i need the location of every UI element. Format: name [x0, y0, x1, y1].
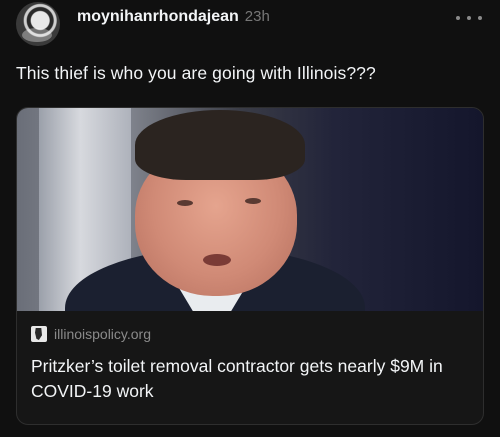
eye — [245, 198, 261, 204]
username[interactable]: moynihanrhondajean — [77, 8, 239, 26]
article-headline[interactable]: Pritzker’s toilet removal contractor get… — [31, 354, 461, 404]
link-source: illinoispolicy.org — [31, 325, 469, 343]
post-header: moynihanrhondajean 23h — [77, 8, 270, 26]
source-domain: illinoispolicy.org — [54, 326, 152, 342]
eye — [177, 200, 193, 206]
post: moynihanrhondajean 23h This thief is who… — [0, 0, 500, 437]
card-body: illinoispolicy.org Pritzker’s toilet rem… — [17, 325, 483, 404]
avatar[interactable] — [16, 2, 60, 46]
mouth — [203, 254, 231, 266]
more-options-icon[interactable] — [456, 10, 482, 26]
link-preview-card[interactable]: illinoispolicy.org Pritzker’s toilet rem… — [16, 107, 484, 425]
hair — [135, 110, 305, 180]
illinois-favicon-icon — [31, 326, 47, 342]
post-text: This thief is who you are going with Ill… — [16, 63, 376, 83]
article-photo — [17, 108, 483, 311]
timestamp: 23h — [244, 8, 270, 25]
